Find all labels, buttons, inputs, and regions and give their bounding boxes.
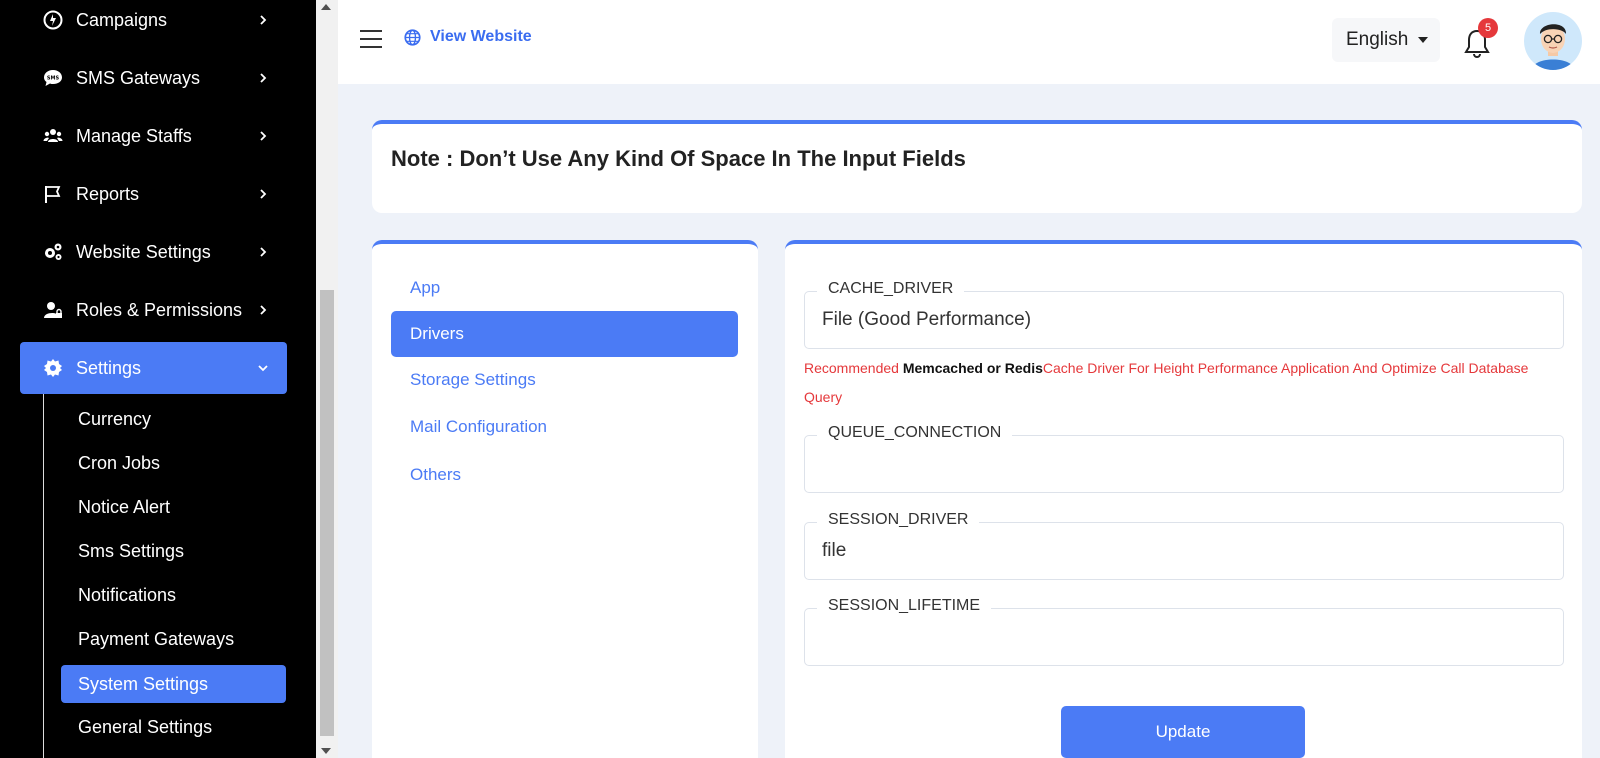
sidebar-item-reports[interactable]: Reports: [20, 168, 287, 220]
cache-driver-value: File (Good Performance): [822, 309, 1032, 330]
cache-driver-label: CACHE_DRIVER: [817, 280, 965, 298]
hint-strong: Memcached or Redis: [902, 360, 1043, 376]
chevron-right-icon: [260, 15, 267, 25]
sidebar-subitem-currency[interactable]: Currency: [61, 400, 286, 438]
sidebar-item-roles-permissions[interactable]: Roles & Permissions: [20, 284, 287, 336]
sidebar-scrollbar[interactable]: [316, 0, 338, 758]
settings-tabs-card: App Drivers Storage Settings Mail Config…: [372, 240, 758, 758]
chevron-right-icon: [260, 131, 267, 141]
submenu-divider: [43, 394, 44, 758]
session-driver-label: SESSION_DRIVER: [817, 511, 980, 529]
sidebar-item-sms-gateways[interactable]: SMS SMS Gateways: [20, 52, 287, 104]
note-card: Note : Don’t Use Any Kind Of Space In Th…: [372, 120, 1582, 213]
globe-icon: [404, 28, 421, 46]
gears-icon: [42, 241, 64, 263]
chevron-right-icon: [260, 73, 267, 83]
sidebar: Campaigns SMS SMS Gateways Manage Staffs…: [0, 0, 316, 758]
notification-badge: 5: [1478, 18, 1498, 38]
update-button[interactable]: Update: [1061, 706, 1305, 758]
sidebar-item-label: Manage Staffs: [76, 125, 192, 146]
sidebar-subitem-cron-jobs[interactable]: Cron Jobs: [61, 444, 286, 482]
language-dropdown[interactable]: English: [1332, 18, 1440, 62]
chevron-right-icon: [260, 189, 267, 199]
sidebar-subitem-payment-gateways[interactable]: Payment Gateways: [61, 620, 286, 658]
chevron-right-icon: [260, 305, 267, 315]
queue-connection-label: QUEUE_CONNECTION: [817, 424, 1013, 442]
gear-icon: [42, 357, 64, 379]
caret-down-icon: [1418, 37, 1429, 43]
users-icon: [42, 125, 64, 147]
sidebar-subitem-system-settings[interactable]: System Settings: [61, 665, 286, 703]
session-lifetime-field[interactable]: SESSION_LIFETIME: [804, 597, 1564, 666]
menu-toggle-icon[interactable]: [360, 30, 382, 48]
tab-app[interactable]: App: [391, 265, 738, 311]
topbar: View Website English 5: [338, 0, 1600, 84]
campaign-icon: [42, 9, 64, 31]
drivers-form-card: CACHE_DRIVER File (Good Performance) Rec…: [785, 240, 1582, 758]
tab-mail-configuration[interactable]: Mail Configuration: [391, 404, 738, 450]
view-website-link[interactable]: View Website: [404, 28, 532, 46]
session-driver-field[interactable]: SESSION_DRIVER file: [804, 511, 1564, 580]
chevron-right-icon: [260, 247, 267, 257]
chevron-down-icon: [258, 365, 268, 372]
sidebar-item-campaigns[interactable]: Campaigns: [20, 0, 287, 46]
sidebar-item-label: Campaigns: [76, 9, 168, 30]
sidebar-item-settings[interactable]: Settings: [20, 342, 287, 394]
sidebar-item-manage-staffs[interactable]: Manage Staffs: [20, 110, 287, 162]
session-driver-value: file: [822, 540, 847, 561]
sidebar-item-website-settings[interactable]: Website Settings: [20, 226, 287, 278]
scroll-up-arrow-icon[interactable]: [321, 4, 331, 10]
cache-driver-select[interactable]: CACHE_DRIVER File (Good Performance): [804, 280, 1564, 349]
scroll-thumb[interactable]: [320, 290, 334, 736]
queue-connection-field[interactable]: QUEUE_CONNECTION: [804, 424, 1564, 493]
language-label: English: [1346, 29, 1409, 50]
session-lifetime-label: SESSION_LIFETIME: [817, 597, 992, 615]
sidebar-item-label: Settings: [76, 357, 142, 378]
hint-prefix: Recommended: [804, 360, 903, 376]
sidebar-item-label: Reports: [76, 183, 140, 204]
avatar[interactable]: [1524, 12, 1582, 70]
flag-icon: [42, 183, 64, 205]
sidebar-subitem-sms-settings[interactable]: Sms Settings: [61, 532, 286, 570]
sidebar-item-label: Website Settings: [76, 241, 211, 262]
view-website-label: View Website: [430, 28, 532, 45]
scroll-down-arrow-icon[interactable]: [321, 748, 331, 754]
tab-storage-settings[interactable]: Storage Settings: [391, 357, 738, 403]
tab-drivers[interactable]: Drivers: [391, 311, 738, 357]
sidebar-subitem-general-settings[interactable]: General Settings: [61, 708, 286, 746]
cache-driver-hint: Recommended Memcached or RedisCache Driv…: [804, 354, 1564, 412]
sidebar-item-label: Roles & Permissions: [76, 299, 243, 320]
user-lock-icon: [42, 299, 64, 321]
note-text: Note : Don’t Use Any Kind Of Space In Th…: [391, 146, 966, 171]
sidebar-item-label: SMS Gateways: [76, 67, 201, 88]
sidebar-subitem-notifications[interactable]: Notifications: [61, 576, 286, 614]
tab-others[interactable]: Others: [391, 452, 738, 498]
sms-icon: SMS: [42, 67, 64, 89]
svg-text:SMS: SMS: [47, 76, 60, 82]
sidebar-subitem-notice-alert[interactable]: Notice Alert: [61, 488, 286, 526]
